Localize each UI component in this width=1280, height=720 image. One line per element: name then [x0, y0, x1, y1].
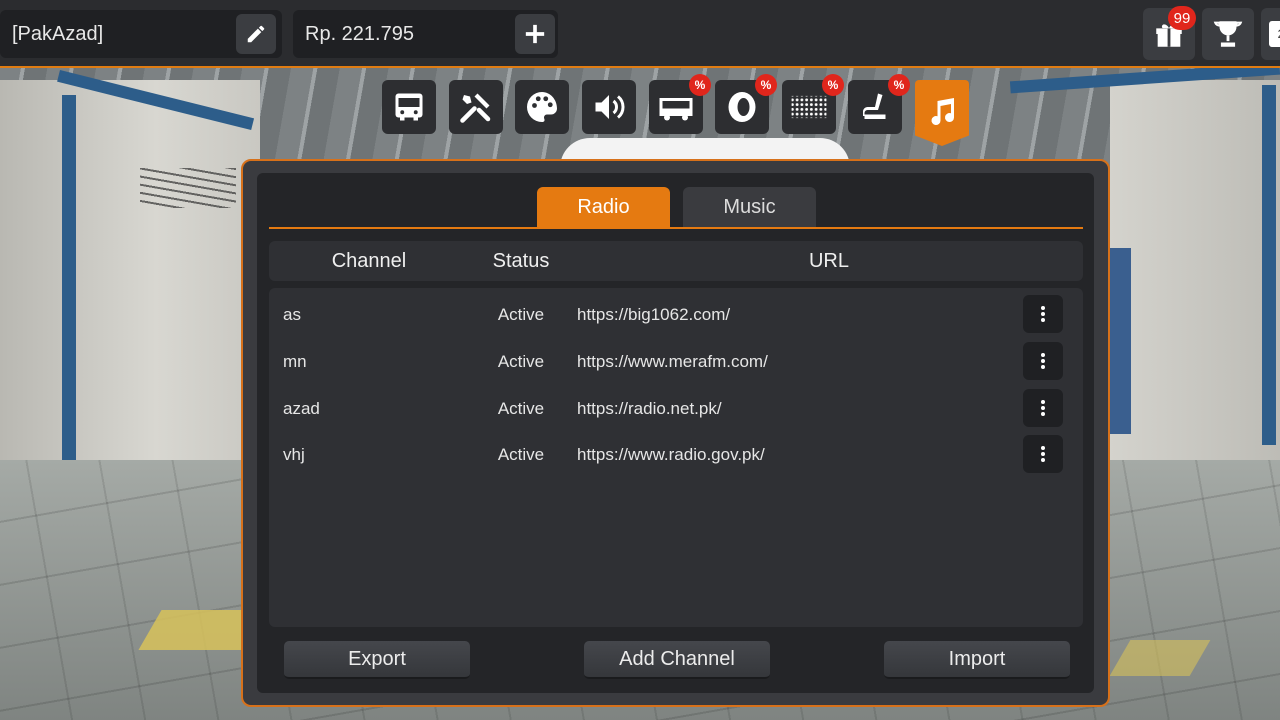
category-tools[interactable]	[449, 80, 503, 134]
wall-vent	[140, 168, 236, 208]
table-row: vhj Active https://www.radio.gov.pk/	[269, 435, 1083, 475]
tire-icon	[728, 92, 756, 122]
speaker-icon	[595, 95, 625, 119]
money-balance: Rp. 221.795	[305, 22, 414, 45]
row-menu-button[interactable]	[1023, 342, 1063, 380]
category-tires[interactable]: %	[715, 74, 777, 134]
sale-badge: %	[822, 74, 844, 96]
more-vertical-icon	[1041, 400, 1045, 416]
table-header: Channel Status URL	[269, 241, 1083, 281]
garage-wall-right	[1110, 80, 1280, 460]
top-bar: [PakAzad] Rp. 221.795 99 2	[0, 0, 1280, 68]
more-vertical-icon	[1041, 353, 1045, 369]
channel-status: Active	[497, 445, 545, 464]
music-note-icon	[931, 98, 955, 126]
add-channel-button[interactable]: Add Channel	[584, 641, 770, 679]
channel-url: https://www.radio.gov.pk/	[577, 445, 765, 464]
channel-url: https://big1062.com/	[577, 305, 731, 324]
seat-icon	[863, 93, 886, 119]
tab-underline	[269, 227, 1083, 229]
sale-badge: %	[689, 74, 711, 96]
more-vertical-icon	[1041, 306, 1045, 322]
tools-icon	[460, 93, 491, 123]
achievements-button[interactable]	[1202, 8, 1254, 60]
steel-column	[1262, 85, 1276, 445]
bus-icon	[395, 93, 423, 121]
channel-list[interactable]: as Active https://big1062.com/ mn Active…	[269, 288, 1083, 627]
tab-music[interactable]: Music	[683, 187, 816, 227]
category-seats[interactable]: %	[848, 74, 910, 134]
channel-name: vhj	[283, 445, 305, 464]
pencil-icon	[247, 25, 265, 43]
calendar-button[interactable]: 2	[1261, 8, 1280, 60]
table-row: azad Active https://radio.net.pk/	[269, 389, 1083, 429]
channel-url: https://radio.net.pk/	[577, 399, 722, 418]
channel-status: Active	[497, 399, 545, 418]
dialog-content: Radio Music Channel Status URL as Active…	[257, 173, 1094, 693]
channel-name: as	[283, 305, 301, 324]
steel-column	[62, 95, 76, 465]
table-row: as Active https://big1062.com/	[269, 295, 1083, 335]
export-button[interactable]: Export	[284, 641, 470, 679]
player-name: [PakAzad]	[12, 22, 104, 45]
plus-icon	[525, 24, 545, 44]
category-music[interactable]	[915, 80, 969, 146]
import-button[interactable]: Import	[884, 641, 1070, 679]
sale-badge: %	[755, 74, 777, 96]
header-status: Status	[492, 250, 550, 272]
calendar-icon: 2	[1269, 21, 1280, 47]
led-display-icon	[791, 95, 827, 119]
gift-button[interactable]: 99	[1143, 6, 1196, 60]
radio-dialog: Radio Music Channel Status URL as Active…	[241, 159, 1110, 707]
category-bus-body[interactable]: %	[649, 74, 711, 134]
money-field: Rp. 221.795	[293, 10, 558, 58]
palette-icon	[527, 92, 557, 122]
bus-body-icon	[659, 98, 693, 121]
channel-status: Active	[497, 305, 545, 324]
header-url: URL	[808, 250, 849, 272]
trophy-icon	[1213, 21, 1243, 47]
gift-count-badge: 99	[1168, 6, 1196, 30]
category-sound[interactable]	[582, 80, 636, 134]
player-name-field: [PakAzad]	[0, 10, 282, 58]
category-bus[interactable]	[382, 80, 436, 134]
row-menu-button[interactable]	[1023, 435, 1063, 473]
channel-name: azad	[283, 399, 320, 418]
header-channel: Channel	[331, 250, 407, 272]
sale-badge: %	[888, 74, 910, 96]
edit-name-button[interactable]	[236, 14, 276, 54]
channel-name: mn	[283, 352, 307, 371]
row-menu-button[interactable]	[1023, 295, 1063, 333]
add-money-button[interactable]	[515, 14, 555, 54]
more-vertical-icon	[1041, 446, 1045, 462]
garage-wall-left	[0, 80, 260, 480]
category-paint[interactable]	[515, 80, 569, 134]
channel-status: Active	[497, 352, 545, 371]
tab-radio[interactable]: Radio	[537, 187, 670, 227]
category-led-display[interactable]: %	[782, 74, 844, 134]
channel-url: https://www.merafm.com/	[577, 352, 768, 371]
table-row: mn Active https://www.merafm.com/	[269, 342, 1083, 382]
row-menu-button[interactable]	[1023, 389, 1063, 427]
